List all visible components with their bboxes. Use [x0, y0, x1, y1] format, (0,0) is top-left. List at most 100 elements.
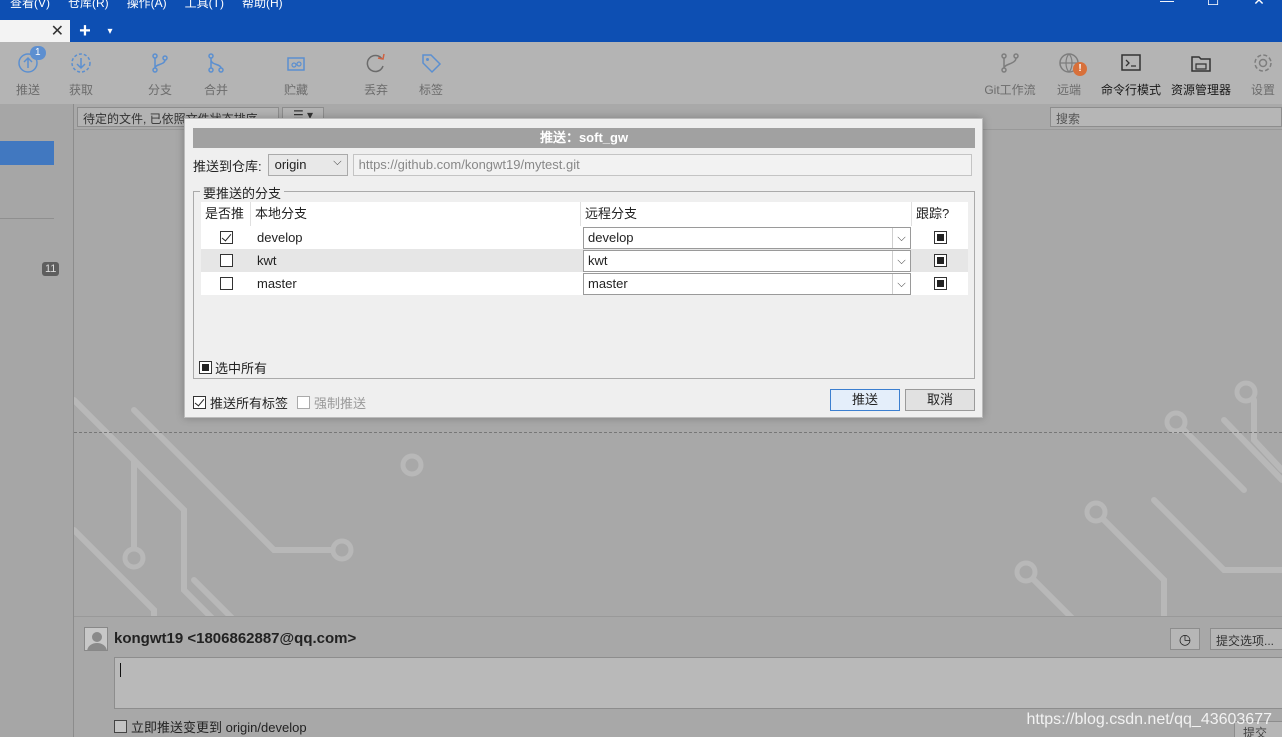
- commit-message-input[interactable]: [114, 657, 1282, 709]
- push-count-badge: 1: [30, 46, 46, 60]
- stash-button[interactable]: 贮藏: [268, 48, 324, 98]
- title-bar: 查看(V) 仓库(R) 操作(A) 工具(T) 帮助(H) — ☐ ✕ ✕ + …: [0, 0, 1282, 42]
- remote-button[interactable]: ! 远端: [1041, 48, 1097, 98]
- gear-icon: [1254, 54, 1272, 72]
- remote-branch-select[interactable]: develop ⌵: [583, 226, 911, 249]
- table-row: kwt kwt ⌵: [201, 249, 968, 272]
- push-all-tags-checkbox[interactable]: [193, 396, 206, 409]
- push-confirm-button[interactable]: 推送: [830, 389, 900, 411]
- fetch-button[interactable]: 获取: [53, 48, 109, 98]
- push-branch-checkbox[interactable]: [219, 231, 233, 244]
- tag-button[interactable]: 标签: [403, 48, 459, 98]
- branch-icon: [152, 53, 168, 73]
- push-now-option[interactable]: 立即推送变更到 origin/develop: [114, 717, 307, 736]
- push-now-checkbox[interactable]: [114, 720, 127, 733]
- sidebar: 11: [0, 104, 74, 737]
- discard-label: 丢弃: [363, 83, 388, 97]
- close-window-button[interactable]: ✕: [1236, 0, 1282, 9]
- merge-icon: [208, 53, 224, 73]
- maximize-button[interactable]: ☐: [1190, 0, 1236, 9]
- push-to-label: 推送到仓库:: [193, 158, 262, 174]
- select-all-option[interactable]: 选中所有: [199, 358, 267, 377]
- remote-branch-select[interactable]: master ⌵: [583, 272, 911, 295]
- remote-repo-select[interactable]: origin ⌵: [267, 154, 348, 176]
- gitflow-button[interactable]: Git工作流: [982, 48, 1038, 98]
- explorer-label: 资源管理器: [1170, 83, 1231, 97]
- repo-url-field: https://github.com/kongwt19/mytest.git: [352, 154, 972, 176]
- settings-button[interactable]: 设置: [1238, 48, 1282, 98]
- branch-label: 分支: [147, 83, 172, 97]
- terminal-button[interactable]: 命令行模式: [1096, 48, 1166, 98]
- push-label: 推送: [15, 83, 40, 97]
- local-branch-name: kwt: [257, 253, 277, 268]
- force-push-label: 强制推送: [314, 396, 367, 411]
- user-icon: [87, 632, 107, 650]
- remote-branch-value: master: [588, 275, 628, 291]
- select-all-checkbox[interactable]: [199, 361, 212, 374]
- table-row: develop develop ⌵: [201, 226, 968, 249]
- track-checkbox[interactable]: [933, 277, 947, 290]
- minimize-button[interactable]: —: [1144, 0, 1190, 9]
- stash-label: 贮藏: [283, 83, 308, 97]
- push-branch-checkbox[interactable]: [219, 254, 233, 267]
- sidebar-divider: [0, 218, 54, 219]
- remote-repo-value: origin: [274, 157, 307, 172]
- remote-label: 远端: [1056, 83, 1081, 97]
- branch-button[interactable]: 分支: [132, 48, 188, 98]
- push-button[interactable]: 1 推送: [0, 46, 56, 98]
- commit-options-button[interactable]: 提交选项...: [1210, 628, 1282, 650]
- search-input[interactable]: 搜索: [1050, 107, 1282, 127]
- remote-branch-select[interactable]: kwt ⌵: [583, 249, 911, 272]
- commit-author: kongwt19 <1806862887@qq.com>: [114, 630, 357, 647]
- track-checkbox[interactable]: [933, 231, 947, 244]
- select-all-label: 选中所有: [215, 361, 268, 376]
- menu-actions[interactable]: 操作(A): [117, 0, 175, 10]
- force-push-option[interactable]: 强制推送: [297, 393, 366, 412]
- tab-menu-button[interactable]: ▾: [100, 26, 120, 37]
- chevron-down-icon: ⌵: [892, 250, 910, 271]
- local-branch-name: develop: [257, 230, 303, 245]
- menu-tools[interactable]: 工具(T): [175, 0, 232, 10]
- chevron-down-icon: ⌵: [333, 156, 342, 168]
- remote-branch-value: develop: [588, 229, 634, 245]
- table-header: 是否推 本地分支 远程分支 跟踪?: [201, 202, 968, 226]
- sidebar-count-badge: 11: [42, 262, 60, 276]
- splitter[interactable]: [74, 432, 1282, 433]
- remote-branch-value: kwt: [588, 252, 608, 268]
- cancel-button[interactable]: 取消: [905, 389, 975, 411]
- branches-table: 是否推 本地分支 远程分支 跟踪? develop develop ⌵ kwt k…: [201, 202, 968, 295]
- chevron-down-icon: ⌵: [892, 273, 910, 294]
- terminal-icon: [1121, 54, 1141, 71]
- discard-button[interactable]: 丢弃: [348, 48, 404, 98]
- track-checkbox[interactable]: [933, 254, 947, 267]
- push-branch-checkbox[interactable]: [219, 277, 233, 290]
- main-toolbar: 1 推送 获取 分支 合并 贮藏 丢弃 标签 Git工作流 ! 远端 命令行模式…: [0, 42, 1282, 104]
- push-all-tags-option[interactable]: 推送所有标签: [193, 393, 288, 412]
- tag-icon: [422, 54, 442, 74]
- explorer-button[interactable]: 资源管理器: [1166, 48, 1236, 98]
- menu-view[interactable]: 查看(V): [0, 0, 58, 10]
- dialog-footer: 推送所有标签 强制推送 推送 取消: [193, 389, 975, 413]
- new-tab-button[interactable]: +: [70, 21, 100, 41]
- merge-label: 合并: [203, 83, 228, 97]
- sidebar-selected-item[interactable]: [0, 141, 54, 165]
- table-row: master master ⌵: [201, 272, 968, 295]
- stash-icon: [287, 57, 305, 71]
- close-tab-icon[interactable]: ✕: [51, 21, 64, 41]
- push-target-row: 推送到仓库: origin ⌵ https://github.com/kongw…: [193, 154, 972, 176]
- push-now-label: 立即推送变更到 origin/develop: [131, 720, 307, 735]
- header-push: 是否推: [201, 202, 251, 226]
- terminal-label: 命令行模式: [1100, 83, 1161, 97]
- merge-button[interactable]: 合并: [188, 48, 244, 98]
- repo-tab[interactable]: ✕: [0, 20, 70, 42]
- chevron-down-icon: ⌵: [892, 227, 910, 248]
- discard-icon: [366, 53, 385, 73]
- menu-help[interactable]: 帮助(H): [232, 0, 291, 10]
- menu-repository[interactable]: 仓库(R): [58, 0, 117, 10]
- force-push-checkbox[interactable]: [297, 396, 310, 409]
- local-branch-name: master: [257, 276, 297, 291]
- gitflow-label: Git工作流: [984, 83, 1036, 97]
- history-button[interactable]: ◷: [1170, 628, 1200, 650]
- gitflow-icon: [1001, 53, 1019, 73]
- branches-group: 要推送的分支 是否推 本地分支 远程分支 跟踪? develop develop…: [193, 183, 975, 379]
